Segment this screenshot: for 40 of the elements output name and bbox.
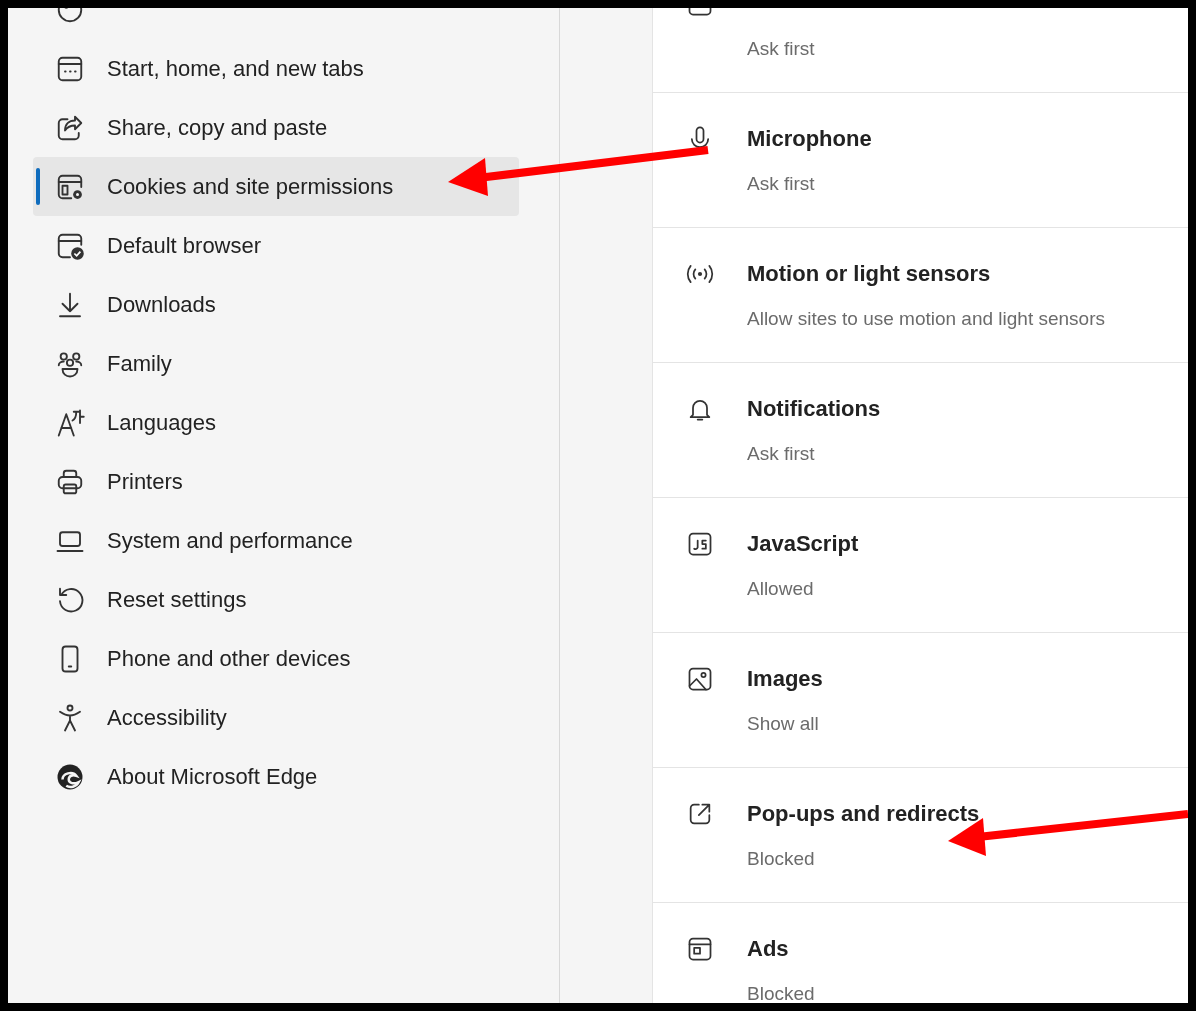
- permission-title: Ads: [747, 935, 790, 963]
- sidebar-item[interactable]: About Microsoft Edge: [33, 747, 519, 806]
- sidebar-item[interactable]: Share, copy and paste: [33, 98, 519, 157]
- permission-status: Ask first: [747, 38, 815, 60]
- permission-title: Notifications: [747, 395, 881, 423]
- permission-row[interactable]: Motion or light sensors Allow sites to use motion and light sensors: [653, 228, 1188, 363]
- permission-status: Blocked: [747, 983, 815, 1003]
- permission-row[interactable]: Ads Blocked: [653, 903, 1188, 1003]
- permission-row[interactable]: JavaScript Allowed: [653, 498, 1188, 633]
- permission-title: Microphone: [747, 125, 872, 153]
- sidebar-item[interactable]: Downloads: [33, 275, 519, 334]
- permission-title: JavaScript: [747, 530, 859, 558]
- sidebar-item[interactable]: Start, home, and new tabs: [33, 39, 519, 98]
- permission-row[interactable]: Notifications Ask first: [653, 363, 1188, 498]
- permission-row[interactable]: Ask first: [653, 8, 1188, 93]
- sidebar-item[interactable]: Languages: [33, 393, 519, 452]
- selection-indicator: [36, 168, 40, 205]
- permission-status: Ask first: [747, 173, 816, 195]
- permission-title: Images: [747, 665, 823, 693]
- sidebar-item[interactable]: Cookies and site permissions: [33, 157, 519, 216]
- permission-row[interactable]: Images Show all: [653, 633, 1188, 768]
- permission-status: Blocked: [747, 848, 816, 870]
- sidebar-item[interactable]: Reset settings: [33, 570, 519, 629]
- permission-title: Motion or light sensors: [747, 260, 992, 288]
- sidebar-item[interactable]: Family: [33, 334, 519, 393]
- permission-status: Ask first: [747, 443, 816, 465]
- sidebar-item[interactable]: Printers: [33, 452, 519, 511]
- sidebar-item[interactable]: Default browser: [33, 216, 519, 275]
- permission-row[interactable]: Microphone Ask first: [653, 93, 1188, 228]
- permission-title: Pop-ups and redirects: [747, 800, 980, 828]
- language-icon: [55, 407, 85, 438]
- permission-status: Allowed: [747, 578, 815, 600]
- permission-status: Allow sites to use motion and light sensors: [747, 308, 1105, 330]
- sidebar-item[interactable]: Accessibility: [33, 688, 519, 747]
- permission-status: Show all: [747, 713, 820, 735]
- script-file-icon: [686, 530, 714, 558]
- image-icon: [686, 665, 714, 693]
- sidebar-item[interactable]: Phone and other devices: [33, 629, 519, 688]
- sidebar-item[interactable]: System and performance: [33, 511, 519, 570]
- window-icon: [686, 935, 714, 963]
